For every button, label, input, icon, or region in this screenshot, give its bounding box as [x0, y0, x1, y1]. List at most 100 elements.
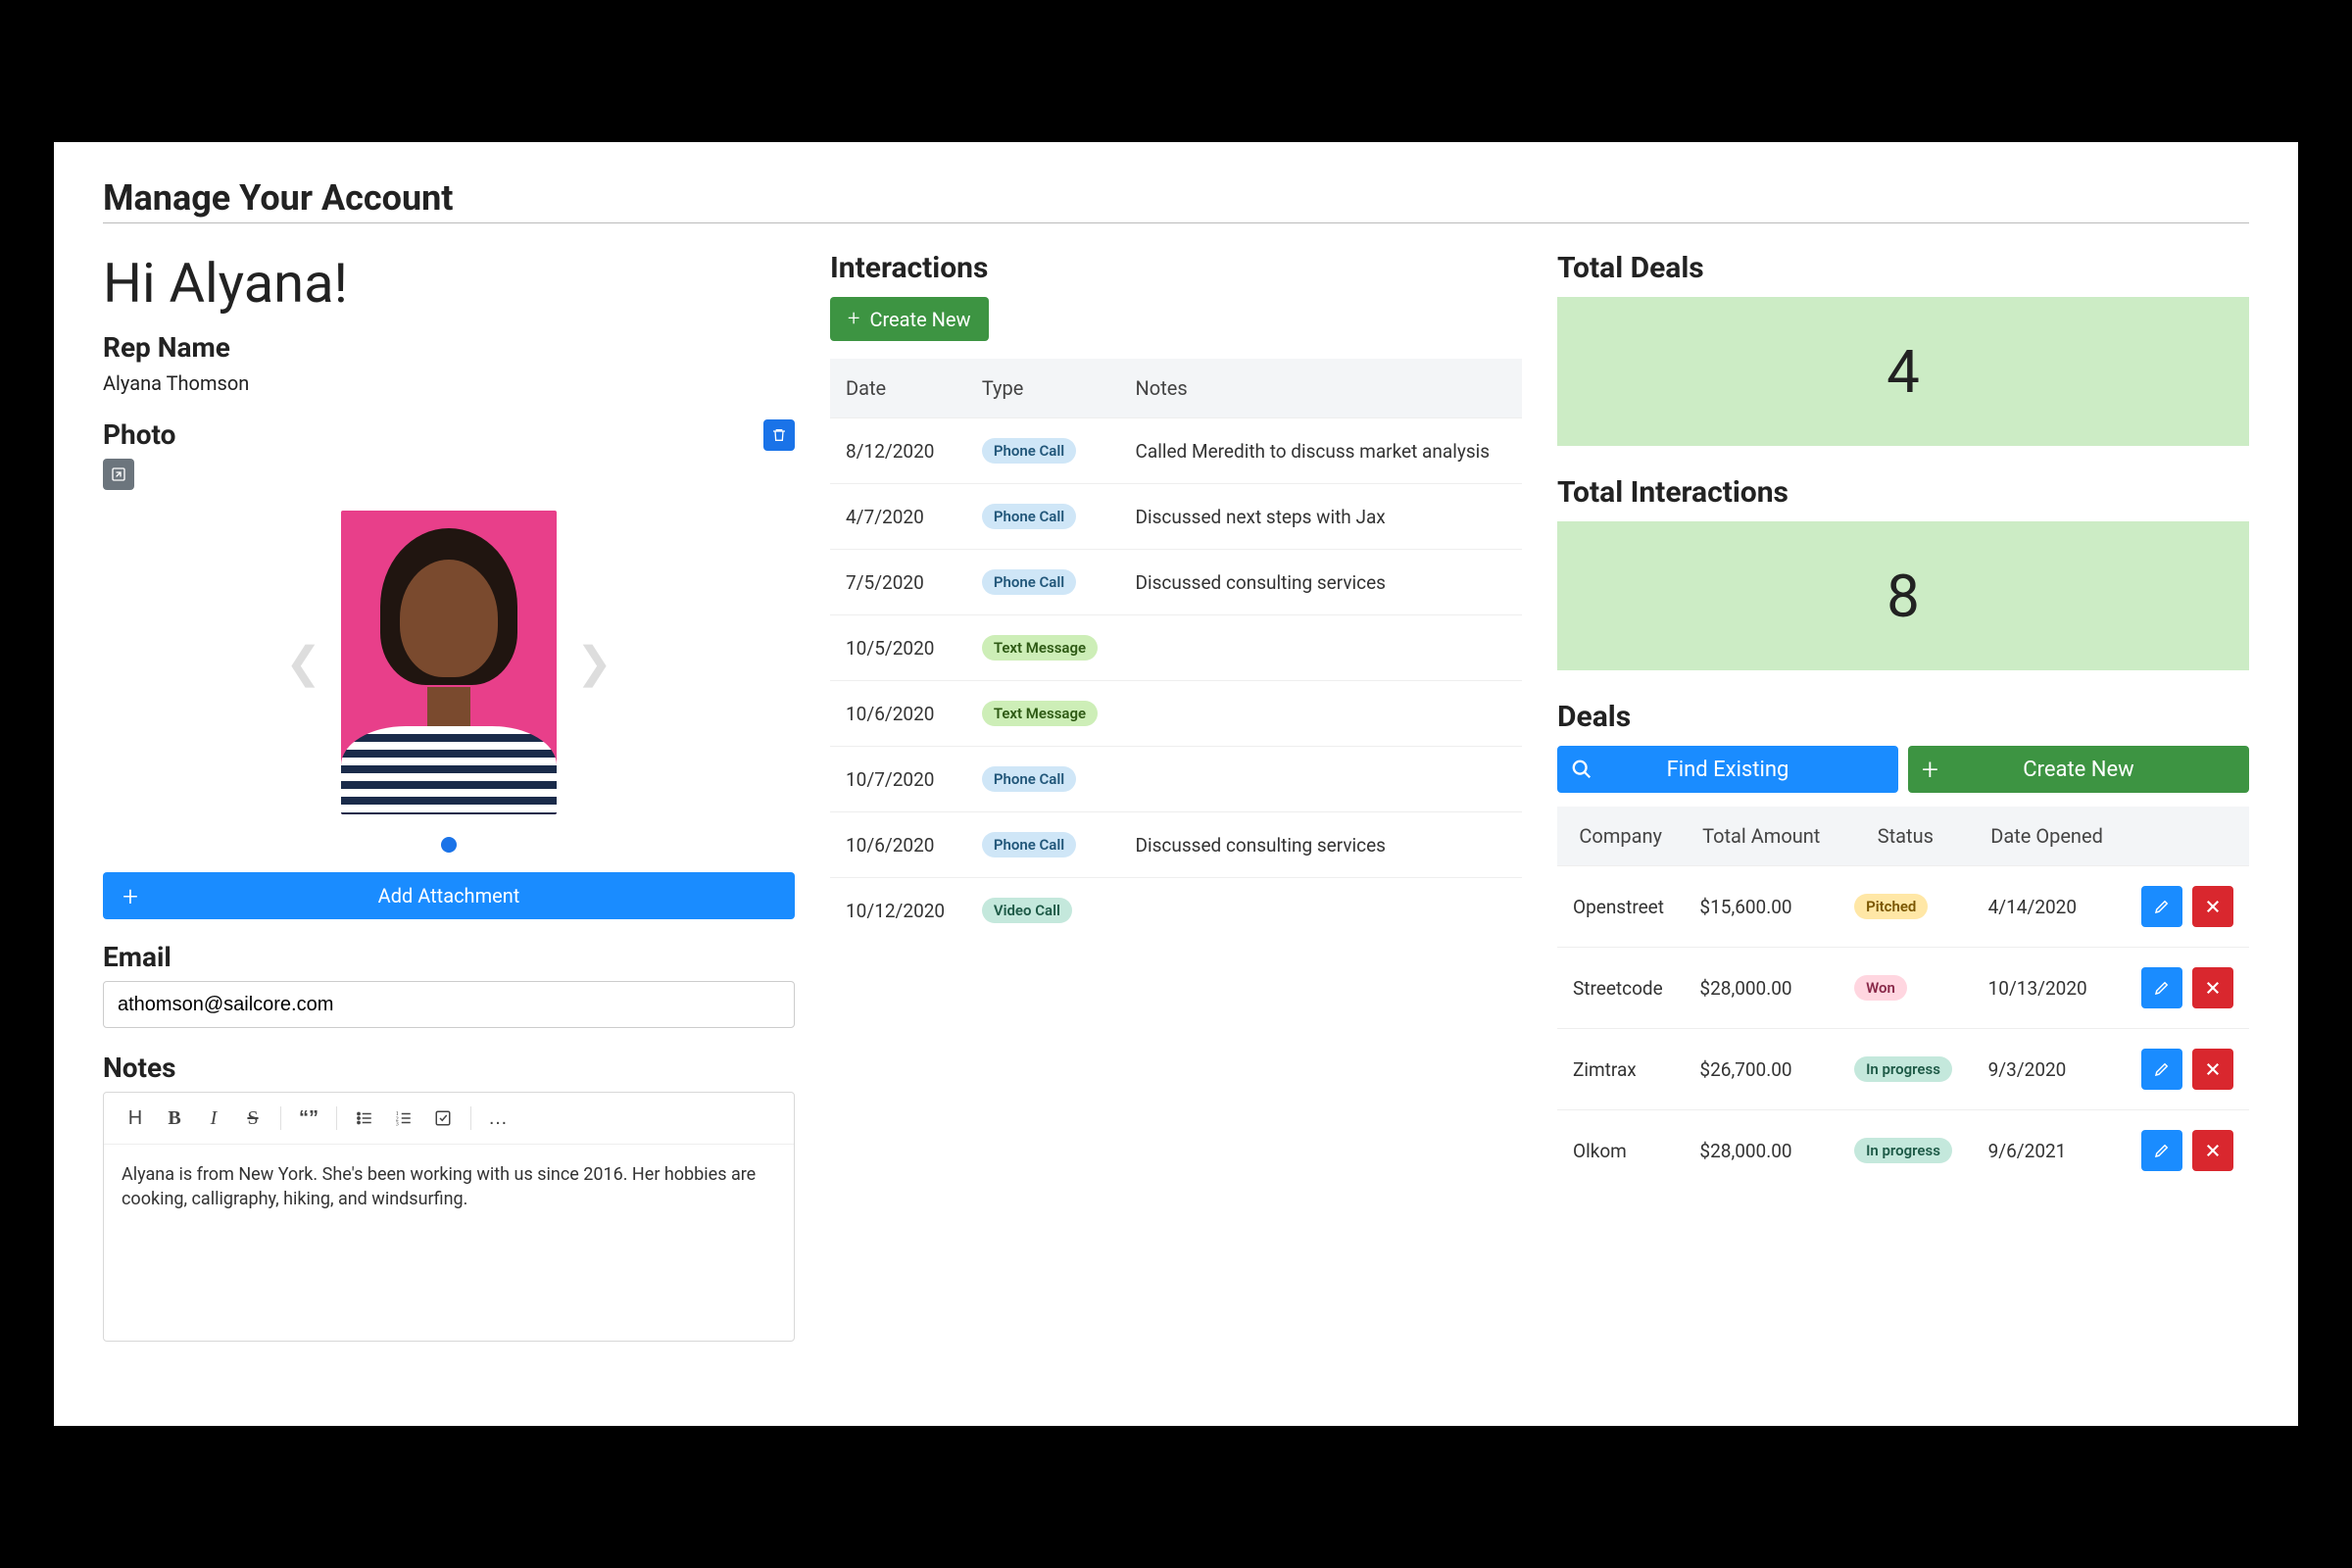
- close-icon: [2204, 979, 2222, 997]
- carousel-next[interactable]: ❯: [557, 637, 632, 688]
- delete-button[interactable]: [2192, 1130, 2233, 1171]
- delete-button[interactable]: [2192, 967, 2233, 1008]
- table-row[interactable]: 8/12/2020Phone CallCalled Meredith to di…: [830, 418, 1522, 484]
- cell-type: Phone Call: [966, 747, 1120, 812]
- pencil-icon: [2153, 979, 2171, 997]
- notes-toolbar: H B I S “” 123: [104, 1093, 794, 1145]
- add-attachment-button[interactable]: + Add Attachment: [103, 872, 795, 919]
- table-row[interactable]: 7/5/2020Phone CallDiscussed consulting s…: [830, 550, 1522, 615]
- add-attachment-label: Add Attachment: [378, 884, 520, 907]
- checklist-icon: [434, 1109, 452, 1127]
- cell-notes: [1120, 747, 1522, 812]
- cell-company: Olkom: [1557, 1110, 1684, 1192]
- rep-name-value: Alyana Thomson: [103, 371, 795, 395]
- numbered-list-button[interactable]: 123: [386, 1102, 421, 1134]
- table-row[interactable]: 10/7/2020Phone Call: [830, 747, 1522, 812]
- interactions-title: Interactions: [830, 251, 1522, 285]
- edit-button[interactable]: [2141, 967, 2182, 1008]
- strike-button[interactable]: S: [235, 1102, 270, 1134]
- status-pill: Won: [1854, 975, 1907, 1001]
- cell-company: Streetcode: [1557, 948, 1684, 1029]
- table-row[interactable]: 10/6/2020 Text Message: [830, 681, 1522, 747]
- quote-button[interactable]: “”: [291, 1102, 326, 1134]
- cell-opened: 9/6/2021: [1973, 1110, 2122, 1192]
- italic-button[interactable]: I: [196, 1102, 231, 1134]
- cell-notes: Discussed next steps with Jax: [1120, 484, 1522, 550]
- trash-icon: [771, 427, 787, 443]
- bold-button[interactable]: B: [157, 1102, 192, 1134]
- cell-notes: Called Meredith to discuss market analys…: [1120, 418, 1522, 484]
- plus-icon: +: [1922, 753, 1938, 787]
- notes-text[interactable]: Alyana is from New York. She's been work…: [104, 1145, 794, 1341]
- stats-column: Total Deals 4 Total Interactions 8 Deals…: [1557, 251, 2249, 1342]
- pencil-icon: [2153, 1142, 2171, 1159]
- more-button[interactable]: …: [481, 1102, 516, 1134]
- cell-date: 7/5/2020: [830, 550, 966, 615]
- cell-opened: 10/13/2020: [1973, 948, 2122, 1029]
- delete-button[interactable]: [2192, 886, 2233, 927]
- total-deals-title: Total Deals: [1557, 251, 2249, 285]
- cell-company: Openstreet: [1557, 866, 1684, 948]
- cell-type: Phone Call: [966, 484, 1120, 550]
- total-interactions-value: 8: [1557, 521, 2249, 670]
- type-pill: Text Message: [982, 635, 1098, 661]
- total-deals-value: 4: [1557, 297, 2249, 446]
- table-row[interactable]: 10/6/2020Phone CallDiscussed consulting …: [830, 812, 1522, 878]
- edit-button[interactable]: [2141, 1049, 2182, 1090]
- heading-button[interactable]: H: [118, 1102, 153, 1134]
- profile-column: Hi Alyana! Rep Name Alyana Thomson Photo…: [103, 251, 795, 1342]
- cell-amount: $28,000.00: [1684, 948, 1838, 1029]
- cell-type: Video Call: [966, 878, 1120, 944]
- col-date: Date: [830, 359, 966, 418]
- col-opened: Date Opened: [1973, 807, 2122, 866]
- checklist-button[interactable]: [425, 1102, 461, 1134]
- carousel-dot[interactable]: [441, 837, 457, 853]
- cell-notes: Discussed consulting services: [1120, 812, 1522, 878]
- table-row[interactable]: Olkom$28,000.00In progress9/6/2021: [1557, 1110, 2249, 1192]
- cell-type: Text Message: [966, 681, 1120, 747]
- table-row[interactable]: Openstreet$15,600.00Pitched4/14/2020: [1557, 866, 2249, 948]
- interactions-column: Interactions + Create New Date Type Note…: [830, 251, 1522, 1342]
- type-pill: Video Call: [982, 898, 1072, 923]
- plus-icon: +: [848, 307, 859, 331]
- close-icon: [2204, 1060, 2222, 1078]
- table-row[interactable]: Streetcode$28,000.00 Won 10/13/2020: [1557, 948, 2249, 1029]
- numbered-list-icon: 123: [395, 1109, 413, 1127]
- cell-notes: [1120, 615, 1522, 681]
- table-row[interactable]: 10/5/2020Text Message: [830, 615, 1522, 681]
- type-pill: Phone Call: [982, 766, 1076, 792]
- table-row[interactable]: Zimtrax$26,700.00In progress9/3/2020: [1557, 1029, 2249, 1110]
- bullet-list-icon: [356, 1109, 373, 1127]
- cell-notes: [1120, 681, 1522, 747]
- cell-amount: $28,000.00: [1684, 1110, 1838, 1192]
- edit-button[interactable]: [2141, 886, 2182, 927]
- col-company: Company: [1557, 807, 1684, 866]
- rep-name-label: Rep Name: [103, 331, 795, 364]
- status-pill: Pitched: [1854, 894, 1928, 919]
- edit-button[interactable]: [2141, 1130, 2182, 1171]
- cell-date: 10/12/2020: [830, 878, 966, 944]
- expand-photo-button[interactable]: [103, 459, 134, 490]
- avatar: [341, 511, 557, 814]
- cell-status: In progress: [1838, 1110, 1973, 1192]
- delete-button[interactable]: [2192, 1049, 2233, 1090]
- total-interactions-title: Total Interactions: [1557, 475, 2249, 510]
- create-interaction-button[interactable]: + Create New: [830, 297, 989, 341]
- table-row[interactable]: 4/7/2020Phone CallDiscussed next steps w…: [830, 484, 1522, 550]
- table-row[interactable]: 10/12/2020 Video Call: [830, 878, 1522, 944]
- cell-date: 10/6/2020: [830, 681, 966, 747]
- cell-type: Phone Call: [966, 418, 1120, 484]
- expand-icon: [111, 466, 126, 482]
- email-field[interactable]: [103, 981, 795, 1028]
- create-deal-button[interactable]: + Create New: [1908, 746, 2249, 793]
- notes-label: Notes: [103, 1052, 795, 1084]
- cell-type: Phone Call: [966, 550, 1120, 615]
- delete-photo-button[interactable]: [763, 419, 795, 451]
- type-pill: Text Message: [982, 701, 1098, 726]
- cell-status: Pitched: [1838, 866, 1973, 948]
- carousel-prev[interactable]: ❮: [266, 637, 341, 688]
- find-existing-button[interactable]: Find Existing: [1557, 746, 1898, 793]
- col-notes: Notes: [1120, 359, 1522, 418]
- bullet-list-button[interactable]: [347, 1102, 382, 1134]
- cell-opened: 4/14/2020: [1973, 866, 2122, 948]
